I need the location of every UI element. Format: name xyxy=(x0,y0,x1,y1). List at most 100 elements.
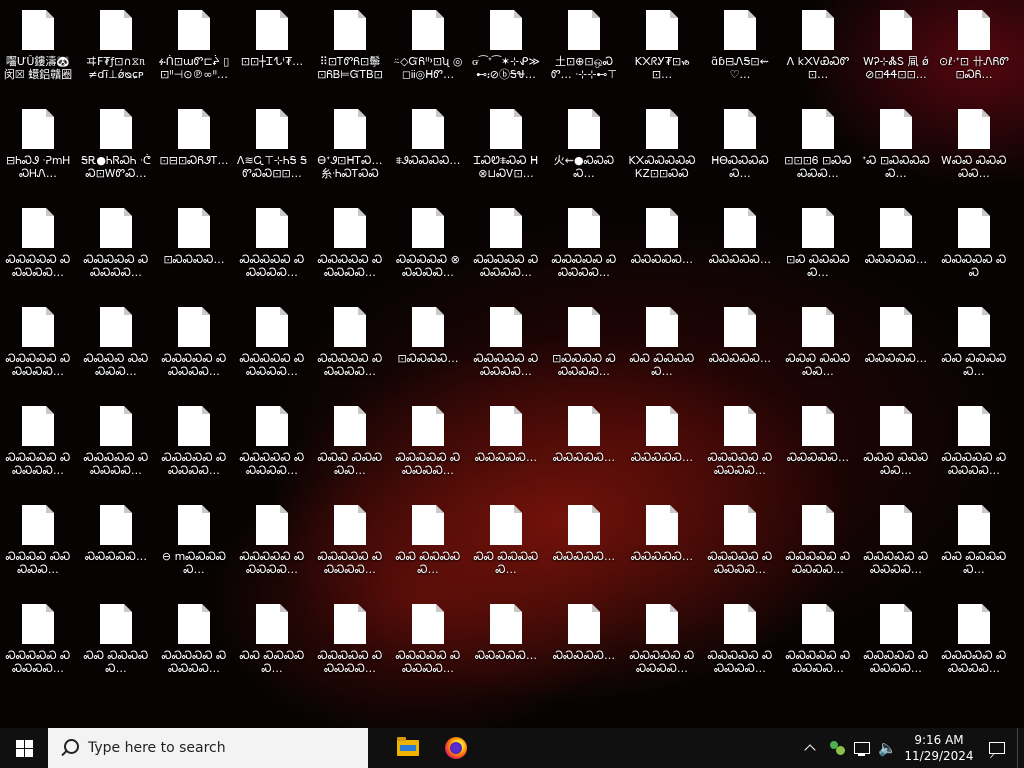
desktop-file-icon[interactable]: ⊡ᏍᏍᏍᏍ… xyxy=(392,297,464,389)
desktop-file-icon[interactable]: ⊡⊡⊡Ꮾ ⊡ᏍᏍᏍᏍᏍ… xyxy=(782,99,854,191)
show-hidden-icons-button[interactable] xyxy=(796,728,824,768)
desktop-file-icon[interactable]: ᏍᏍᏍᏍᏍ ᏍᏍᏍᏍᏍ… xyxy=(80,198,152,290)
network-button[interactable] xyxy=(850,728,874,768)
desktop-file-icon[interactable]: ᏍᏍᏍᏍᏍ ᏍᏍᏍᏍᏍ… xyxy=(938,396,1010,488)
desktop-file-icon[interactable]: ᏍᏍ ᏍᏍᏍᏍᏍ… xyxy=(938,297,1010,389)
desktop-file-icon[interactable]: ᏍᏍᏍᏍᏍ ᏍᏍᏍᏍᏍ… xyxy=(236,198,308,290)
desktop[interactable]: 囓ƯÛ鏤濤🐼闵☒ 蠉鋁贛圈ⓓ饺⊠ ヰF₮ƒ⊡∩⧖ᥰ ≠ɗĩ⊥ǿᴓɕᴩ⊜… ፉᑏ⊡ɯᏛ… xyxy=(0,0,1024,728)
desktop-file-icon[interactable]: ᏍᏍᏍᏍᏍ ᏍᏍᏍᏍᏍ… xyxy=(314,495,386,587)
desktop-file-icon[interactable]: ᏍᏍᏍᏍ ᏍᏍᏍᏍᏍ… xyxy=(80,297,152,389)
desktop-file-icon[interactable]: ᏍᏍᏍᏍ ᏍᏍᏍᏍᏍ… xyxy=(2,495,74,587)
desktop-file-icon[interactable]: ᏍᏍᏍᏍᏍ ᏍᏍᏍᏍᏍ… xyxy=(704,495,776,587)
desktop-file-icon[interactable]: ᏻ⁀ᐩ⁀✶⊹ᕵ≫ ⊷᎓⊘ⓑᎦᏠ… xyxy=(470,0,542,92)
desktop-file-icon[interactable]: ᎾᐩᏭ⊡ᕼᎢᏍ… 糸ᐧᏂᏍᎢᏍᏍ⊡… xyxy=(314,99,386,191)
desktop-file-icon[interactable]: 囓ƯÛ鏤濤🐼闵☒ 蠉鋁贛圈ⓓ饺⊠ xyxy=(2,0,74,92)
desktop-file-icon[interactable]: ᏍᏍᏍᏍᏍ ᏍᏍᏍᏍᏍ… xyxy=(470,198,542,290)
desktop-file-icon[interactable]: ᏍᏍᏍᏍᏍ ᏍᏍᏍᏍᏍ… xyxy=(470,297,542,389)
desktop-file-icon[interactable]: ᎳᏍᏍ ᏍᏍᏍᏍᏍ… xyxy=(938,99,1010,191)
desktop-file-icon[interactable]: ፉᑏ⊡ɯᏛ⊏ᖩ ▯⊡ᐦ⊣⊙℗∞ᐦ… xyxy=(158,0,230,92)
desktop-file-icon[interactable]: ᏍᏍᏍᏍᏍ ᏍᏍᏍᏍᏍ… xyxy=(704,594,776,686)
desktop-file-icon[interactable]: ⊡ᏍᏍᏍᏍ… xyxy=(158,198,230,290)
desktop-file-icon[interactable]: ᏍᏍ ᏍᏍᏍᏍᏍ… xyxy=(392,495,464,587)
desktop-file-icon[interactable]: ᏍᏍᏍᏍᏍ ⊗ᏍᏍᏍᏍ… xyxy=(392,198,464,290)
desktop-file-icon[interactable]: ᏍᏍᏍᏍᏍ ᏍᏍᏍᏍᏍ… xyxy=(314,594,386,686)
desktop-file-icon[interactable]: ᏍᏍᏍᏍᏍ ᏍᏍᏍᏍᏍ… xyxy=(158,297,230,389)
desktop-file-icon[interactable]: ɑ̃ɓ⊟ᏁᎦ⊡⇜♡… xyxy=(704,0,776,92)
desktop-file-icon[interactable]: ᏍᏍᏍᏍᏍ ᏍᏍᏍᏍᏍ… xyxy=(860,594,932,686)
desktop-file-icon[interactable]: ᏍᏍ ᏍᏍᏍᏍᏍ… xyxy=(938,495,1010,587)
desktop-file-icon[interactable]: ᏍᏍᏍᏍᏍ… xyxy=(548,396,620,488)
desktop-file-icon[interactable]: ᏍᏍᏍᏍᏍ ᏍᏍᏍᏍᏍ… xyxy=(158,594,230,686)
desktop-file-icon[interactable]: ᏍᏍᏍᏍᏍ… xyxy=(470,594,542,686)
desktop-file-icon[interactable]: ᏍᏍᏍ ᏍᏍᏍᏍᏍ… xyxy=(314,396,386,488)
desktop-file-icon[interactable]: ᏆᏍᏬ⩨ᏍᏍ ᕼ⊗⊔ᏍᏙ⊡… xyxy=(470,99,542,191)
clock-button[interactable]: 9:16 AM 11/29/2024 xyxy=(901,732,977,764)
desktop-file-icon[interactable]: ⊡ᏍᏍᏍᏍ ᏍᏍᏍᏍᏍ… xyxy=(548,297,620,389)
desktop-file-icon[interactable]: ᏍᏍᏍᏍᏍ ᏍᏍᏍᏍᏍ… xyxy=(236,297,308,389)
desktop-file-icon[interactable]: K᙭ᖇᎩ₮⊡ᏹ⊡… xyxy=(626,0,698,92)
desktop-file-icon[interactable]: ⊟ᏂᏍᏭ ᐧᕈmᎻᏍᎻᏁ… xyxy=(2,99,74,191)
desktop-file-icon[interactable]: ᏍᏍᏍᏍᏍ ᏍᏍᏍᏍᏍ… xyxy=(80,396,152,488)
desktop-file-icon[interactable]: ᎦᎡ●ᏂᏒᏍᏂ ᐧᕧᏍ⊡ᎳᏛᏍ… xyxy=(80,99,152,191)
desktop-file-icon[interactable]: ᏍᏍᏍᏍᏍ… xyxy=(626,495,698,587)
desktop-file-icon[interactable]: ᏍᏍᏍᏍᏍ ᏍᏍᏍᏍᏍ… xyxy=(2,396,74,488)
desktop-file-icon[interactable]: ヰF₮ƒ⊡∩⧖ᥰ ≠ɗĩ⊥ǿᴓɕᴩ⊜… xyxy=(80,0,152,92)
desktop-file-icon[interactable]: ᏍᏍ ᏍᏍᏍᏍᏍ… xyxy=(626,297,698,389)
desktop-file-icon[interactable]: ᏍᏍᏍᏍᏍ… xyxy=(626,198,698,290)
desktop-file-icon[interactable]: ᏍᏍᏍᏍᏍ… xyxy=(704,198,776,290)
desktop-file-icon[interactable]: ᏍᏍᏍᏍᏍ ᏍᏍᏍᏍᏍ… xyxy=(2,594,74,686)
desktop-file-icon[interactable]: ᏍᏍᏍ ᏍᏍᏍᏍᏍ… xyxy=(860,396,932,488)
desktop-file-icon[interactable]: ᏍᏍᏍᏍᏍ… xyxy=(470,396,542,488)
firefox-button[interactable] xyxy=(432,728,480,768)
desktop-file-icon[interactable]: ᏍᏍ ᏍᏍᏍᏍᏍ… xyxy=(236,594,308,686)
desktop-file-icon[interactable]: ᏍᏍᏍᏍᏍ… xyxy=(704,297,776,389)
desktop-file-icon[interactable]: ᏍᏍᏍᏍᏍ ᏍᏍᏍᏍᏍ… xyxy=(236,396,308,488)
desktop-file-icon[interactable]: ᏍᏍᏍᏍᏍ… xyxy=(626,396,698,488)
desktop-file-icon[interactable]: ᏍᏍᏍᏍᏍ ᏍᏍᏍᏍᏍ… xyxy=(392,396,464,488)
start-button[interactable] xyxy=(0,728,48,768)
desktop-file-icon[interactable]: ᏍᏍᏍᏍᏍ ᏍᏍᏍᏍᏍ… xyxy=(158,396,230,488)
desktop-file-icon[interactable]: ᏍᏍ ᏍᏍᏍᏍᏍ… xyxy=(470,495,542,587)
desktop-file-icon[interactable]: ᏍᏍᏍᏍᏍ ᏍᏍᏍᏍᏍ… xyxy=(626,594,698,686)
desktop-file-icon[interactable]: ᏍᏍᏍᏍᏍ ᏍᏍᏍᏍᏍ… xyxy=(704,396,776,488)
people-tray-button[interactable] xyxy=(824,728,850,768)
search-input[interactable]: Type here to search xyxy=(48,728,368,768)
desktop-file-icon[interactable]: ᏍᏍᏍᏍᏍ… xyxy=(860,198,932,290)
show-desktop-button[interactable] xyxy=(1017,728,1024,768)
desktop-file-icon[interactable]: ᏍᏍᏍᏍᏍ… xyxy=(782,396,854,488)
desktop-file-icon[interactable]: ᏍᏍᏍᏍᏍ… xyxy=(548,594,620,686)
desktop-file-icon[interactable]: ᐱ k᙭ᏙᏯᏍᏛ⊡… xyxy=(782,0,854,92)
desktop-file-icon[interactable]: ᏍᏍᏍᏍᏍ ᏍᏍᏍᏍᏍ… xyxy=(548,198,620,290)
desktop-file-icon[interactable]: ᎳᎮ⊹ᏜᏚ 凬 ǿ⊘⊡ᏎᏎ⊡⊡… xyxy=(860,0,932,92)
desktop-file-icon[interactable]: ᏍᏍᏍᏍᏍ ᏍᏍᏍᏍᏍ… xyxy=(782,594,854,686)
desktop-file-icon[interactable]: ᕼᎾᏍᏍᏍᏍᏍ… xyxy=(704,99,776,191)
action-center-button[interactable] xyxy=(977,728,1017,768)
desktop-file-icon[interactable]: ᏍᏍ ᏍᏍᏍᏍᏍ… xyxy=(80,594,152,686)
desktop-file-icon[interactable]: ᐩᏍ ⊡ᏍᏍᏍᏍᏍ… xyxy=(860,99,932,191)
desktop-file-icon[interactable]: ᏍᏍᏍᏍᏍ ᏍᏍᏍᏍᏍ… xyxy=(938,594,1010,686)
desktop-file-icon[interactable]: ᏍᏍᏍᏍᏍ… xyxy=(80,495,152,587)
desktop-file-icon[interactable]: ᏍᏍᏍ ᏍᏍᏍᏍᏍ… xyxy=(782,297,854,389)
desktop-file-icon[interactable]: ⊖ mᏍᏍᏍᏍᏍ… xyxy=(158,495,230,587)
desktop-file-icon[interactable]: ᐱ≋Ꮹ⊤⊹ᏂᎦ ᎦᏛᏍᏍ⊡⊡… xyxy=(236,99,308,191)
desktop-file-icon[interactable]: ⩨ᏭᏍᏍᏍᏍ… xyxy=(392,99,464,191)
desktop-file-icon[interactable]: ⍨◇ᏳᏲᐦ᠈⊡ʯ ◎◻ᎥᎥ◎ᕼᏛ… xyxy=(392,0,464,92)
volume-button[interactable]: 🔈 xyxy=(874,728,901,768)
desktop-file-icon[interactable]: ᏍᏍᏍᏍᏍ ᏍᏍᏍᏍᏍ… xyxy=(392,594,464,686)
desktop-file-icon[interactable]: ⊙ℓᐧᐩ⊡ 卄ᏁᏲᏛ⊡ᏍᏲ… xyxy=(938,0,1010,92)
desktop-file-icon[interactable]: ᏍᏍᏍᏍᏍ ᏍᏍᏍᏍᏍ… xyxy=(314,297,386,389)
desktop-file-icon[interactable]: ᏍᏍᏍᏍᏍ ᏍᏍᏍᏍᏍ… xyxy=(2,198,74,290)
desktop-file-icon[interactable]: ᏍᏍᏍᏍᏍ ᏍᏍᏍᏍᏍ… xyxy=(2,297,74,389)
desktop-file-icon[interactable]: ᏍᏍᏍᏍᏍ ᏍᏍ xyxy=(938,198,1010,290)
desktop-file-icon[interactable]: K᙭ᏍᏍᏍᏍᏍ ᏦᏃ⊡⊡ᏍᏍᏍ… xyxy=(626,99,698,191)
file-explorer-button[interactable] xyxy=(384,728,432,768)
desktop-file-icon[interactable]: ⊡⊟⊡ᏍᏲᏭᎢ… xyxy=(158,99,230,191)
desktop-file-icon[interactable]: ᏍᏍᏍᏍᏍ ᏍᏍᏍᏍᏍ… xyxy=(782,495,854,587)
desktop-file-icon[interactable]: ᏍᏍᏍᏍᏍ ᏍᏍᏍᏍᏍ… xyxy=(860,495,932,587)
desktop-file-icon[interactable]: ᏍᏍᏍᏍᏍ… xyxy=(548,495,620,587)
desktop-file-icon[interactable]: ᏍᏍᏍᏍᏍ ᏍᏍᏍᏍᏍ… xyxy=(236,495,308,587)
desktop-file-icon[interactable]: ᏍᏍᏍᏍᏍ… xyxy=(860,297,932,389)
desktop-file-icon[interactable]: 土⊡⊕⊡ஒᏍᏛ… ᐧ⊹⊹⊷⊤ xyxy=(548,0,620,92)
desktop-file-icon[interactable]: 火⇜●ᏍᏍᏍᏍ… xyxy=(548,99,620,191)
desktop-file-icon[interactable]: ⠿⊡ᎢᏛᏲ⊡鬡 ⊡ᏲᏴ⊨ᏳᎢᏴ⊡⊡… xyxy=(314,0,386,92)
